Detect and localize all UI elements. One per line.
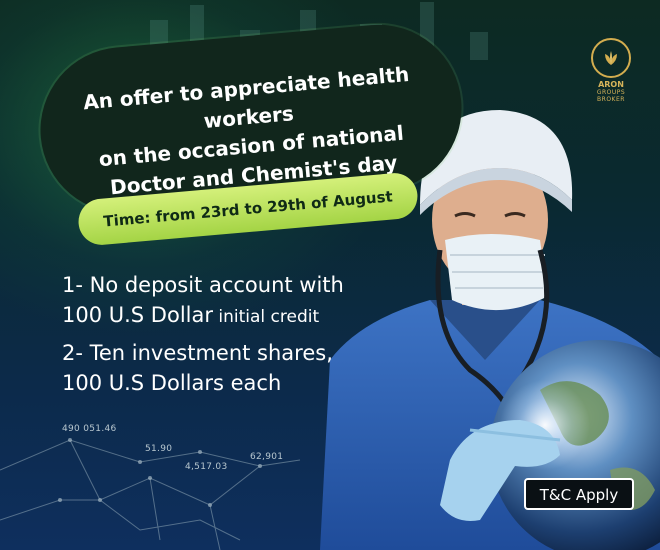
- leaf-icon: [591, 38, 631, 78]
- benefits-list: 1- No deposit account with 100 U.S Dolla…: [62, 270, 392, 398]
- benefit-1-amount: 100 U.S Dollar: [62, 303, 213, 327]
- brand-logo: ARON GROUPS BROKER: [586, 38, 636, 103]
- benefit-2-line1: 2- Ten investment shares,: [62, 341, 333, 365]
- brand-groups: GROUPS: [596, 89, 626, 96]
- benefit-1-line2: 100 U.S Dollar initial credit: [62, 300, 392, 332]
- benefit-1-line1: 1- No deposit account with: [62, 273, 344, 297]
- tc-apply-button[interactable]: T&C Apply: [524, 478, 634, 510]
- promo-banner: 490 051.46 51.90 4,517.03 62,901 ARON GR…: [0, 0, 660, 550]
- benefit-2-line2: 100 U.S Dollars each: [62, 371, 282, 395]
- brand-broker: BROKER: [597, 96, 625, 103]
- brand-name: ARON: [598, 80, 624, 89]
- benefit-1-note: initial credit: [213, 307, 320, 327]
